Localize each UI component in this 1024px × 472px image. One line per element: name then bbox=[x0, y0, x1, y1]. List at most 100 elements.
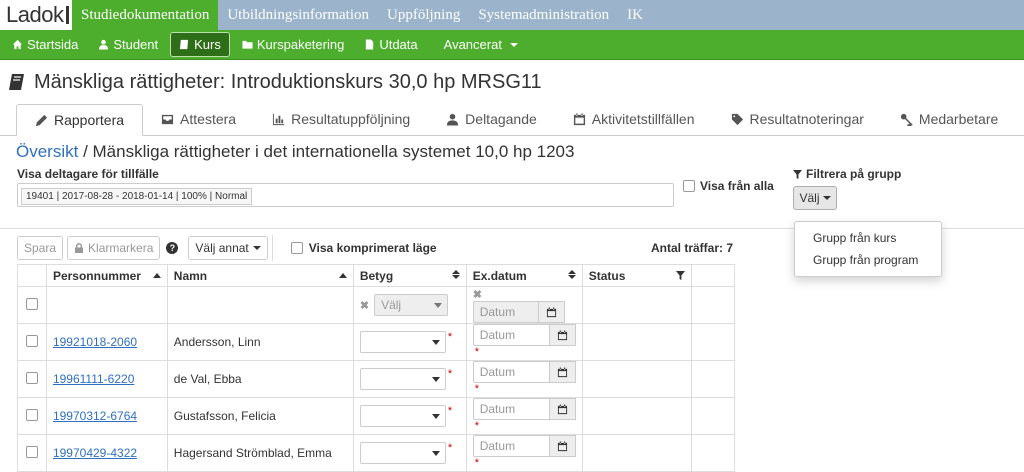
file-icon bbox=[366, 39, 374, 50]
personnummer-link[interactable]: 19961111-6220 bbox=[53, 372, 134, 386]
chevron-down-icon bbox=[434, 302, 443, 308]
tillfalle-select[interactable]: 19401 | 2017-08-28 - 2018-01-14 | 100% |… bbox=[17, 183, 674, 207]
topnav-studiedokumentation[interactable]: Studiedokumentation bbox=[72, 0, 219, 30]
filter-icon[interactable] bbox=[676, 270, 686, 280]
valj-grupp-label: Välj bbox=[799, 191, 820, 205]
selected-tillfalle-chip[interactable]: 19401 | 2017-08-28 - 2018-01-14 | 100% |… bbox=[21, 188, 253, 205]
visa-fran-alla-checkbox[interactable] bbox=[683, 180, 695, 192]
tab-deltagande[interactable]: Deltagande bbox=[428, 103, 555, 135]
tab-medarbetare-label: Medarbetare bbox=[918, 111, 999, 127]
betyg-select[interactable] bbox=[359, 368, 446, 390]
header-status[interactable]: Status bbox=[581, 264, 693, 287]
topnav-ik[interactable]: IK bbox=[618, 0, 652, 30]
topnav-utbildningsinformation[interactable]: Utbildningsinformation bbox=[218, 0, 378, 30]
exdatum-input[interactable]: Datum bbox=[472, 324, 550, 346]
topnav-systemadministration[interactable]: Systemadministration bbox=[469, 0, 618, 30]
nav-kurspaketering[interactable]: Kurspaketering bbox=[234, 33, 352, 56]
tab-resultatnoteringar-label: Resultatnoteringar bbox=[749, 111, 864, 127]
calendar-button[interactable] bbox=[549, 435, 576, 457]
filter-cell-empty bbox=[581, 286, 693, 324]
nav-student-label: Student bbox=[113, 37, 159, 52]
nav-startsida[interactable]: Startsida bbox=[4, 33, 86, 56]
sort-icon[interactable] bbox=[567, 269, 576, 279]
row-checkbox[interactable] bbox=[25, 408, 38, 421]
valj-annat-button[interactable]: Välj annat bbox=[188, 236, 268, 260]
calendar-button[interactable] bbox=[538, 301, 565, 323]
personnummer-link[interactable]: 19970429-4322 bbox=[53, 446, 137, 460]
valj-grupp-button[interactable]: Välj bbox=[793, 186, 837, 210]
datum-filter-input[interactable]: Datum bbox=[472, 301, 539, 323]
exdatum-input[interactable]: Datum bbox=[472, 361, 550, 383]
exdatum-picker[interactable]: Datum bbox=[472, 398, 576, 420]
clear-icon[interactable]: ✖ bbox=[360, 300, 369, 312]
required-marker: * bbox=[474, 420, 479, 432]
sort-asc-icon[interactable] bbox=[338, 272, 347, 278]
tab-deltagande-label: Deltagande bbox=[465, 111, 537, 127]
betyg-filter-select[interactable]: Välj bbox=[374, 294, 449, 316]
table-row: 19970429-4322 Hagersand Strömblad, Emma … bbox=[17, 434, 735, 472]
filter-cell-empty bbox=[45, 286, 168, 324]
nav-utdata[interactable]: Utdata bbox=[356, 33, 425, 56]
page-header: Mänskliga rättigheter: Introduktionskurs… bbox=[0, 60, 1024, 104]
komprimerat-checkbox-group[interactable]: Visa komprimerat läge bbox=[290, 241, 437, 255]
ladok-logo[interactable]: Ladok bbox=[0, 0, 72, 30]
betyg-select[interactable] bbox=[359, 442, 446, 464]
tab-attestera[interactable]: Attestera bbox=[143, 103, 254, 135]
visa-fran-alla-checkbox-group[interactable]: Visa från alla bbox=[683, 179, 774, 193]
tab-medarbetare[interactable]: Medarbetare bbox=[882, 103, 1016, 135]
datum-filter[interactable]: Datum bbox=[472, 301, 565, 323]
exdatum-input[interactable]: Datum bbox=[472, 435, 550, 457]
exdatum-input[interactable]: Datum bbox=[472, 398, 550, 420]
row-checkbox[interactable] bbox=[25, 371, 38, 384]
row-checkbox[interactable] bbox=[25, 445, 38, 458]
tab-aktivitetstillfallen[interactable]: Aktivitetstillfällen bbox=[555, 103, 713, 135]
header-personnummer[interactable]: Personnummer bbox=[45, 264, 168, 287]
exdatum-picker[interactable]: Datum bbox=[472, 435, 576, 457]
klarmarkera-button[interactable]: Klarmarkera bbox=[67, 236, 161, 260]
breadcrumb-oversikt-link[interactable]: Översikt bbox=[16, 142, 78, 161]
tab-resultatuppfoljning-label: Resultatuppföljning bbox=[291, 111, 411, 127]
menu-item-grupp-fran-program[interactable]: Grupp från program bbox=[795, 249, 941, 271]
valj-annat-label: Välj annat bbox=[195, 241, 249, 255]
select-all-checkbox[interactable] bbox=[25, 297, 38, 310]
calendar-button[interactable] bbox=[549, 324, 576, 346]
personnummer-link[interactable]: 19970312-6764 bbox=[53, 409, 137, 423]
header-betyg[interactable]: Betyg bbox=[352, 264, 467, 287]
exdatum-picker[interactable]: Datum bbox=[472, 361, 576, 383]
calendar-button[interactable] bbox=[549, 361, 576, 383]
sort-asc-icon[interactable] bbox=[152, 272, 161, 278]
exdatum-picker[interactable]: Datum bbox=[472, 324, 576, 346]
tab-resultatuppfoljning[interactable]: Resultatuppföljning bbox=[254, 103, 428, 135]
pnr-cell: 19970312-6764 bbox=[45, 397, 168, 435]
logo-text: Ladok bbox=[6, 2, 64, 27]
required-marker: * bbox=[447, 442, 453, 454]
sort-icon[interactable] bbox=[451, 269, 460, 279]
komprimerat-checkbox[interactable] bbox=[290, 242, 303, 254]
row-checkbox[interactable] bbox=[25, 334, 38, 347]
chevron-down-icon bbox=[431, 376, 440, 382]
menu-item-grupp-fran-kurs[interactable]: Grupp från kurs bbox=[795, 227, 941, 249]
row-select-cell bbox=[17, 434, 47, 472]
grupp-dropdown-menu: Grupp från kurs Grupp från program bbox=[794, 221, 942, 277]
topnav-uppfoljning[interactable]: Uppföljning bbox=[378, 0, 469, 30]
header-namn[interactable]: Namn bbox=[166, 264, 354, 287]
betyg-select[interactable] bbox=[359, 405, 446, 427]
calendar-button[interactable] bbox=[549, 398, 576, 420]
datum-cell: Datum * bbox=[465, 360, 583, 398]
nav-student[interactable]: Student bbox=[90, 33, 166, 56]
clear-icon[interactable]: ✖ bbox=[473, 289, 482, 301]
help-icon[interactable]: ? bbox=[166, 242, 179, 254]
tab-resultatnoteringar[interactable]: Resultatnoteringar bbox=[713, 103, 882, 135]
nav-avancerat[interactable]: Avancerat bbox=[436, 33, 526, 56]
betyg-select[interactable] bbox=[359, 331, 446, 353]
nav-kurs[interactable]: Kurs bbox=[170, 32, 230, 57]
spara-button[interactable]: Spara bbox=[17, 236, 64, 260]
status-cell bbox=[581, 434, 693, 472]
tag-icon bbox=[731, 113, 743, 125]
personnummer-link[interactable]: 19921018-2060 bbox=[53, 335, 137, 349]
header-exdatum[interactable]: Ex.datum bbox=[465, 264, 583, 287]
table-row: 19921018-2060 Andersson, Linn * Datum * bbox=[17, 323, 735, 361]
tab-rapportera[interactable]: Rapportera bbox=[16, 104, 144, 136]
top-navigation: Ladok Studiedokumentation Utbildningsinf… bbox=[0, 0, 1024, 30]
filter-cell-empty bbox=[166, 286, 354, 324]
